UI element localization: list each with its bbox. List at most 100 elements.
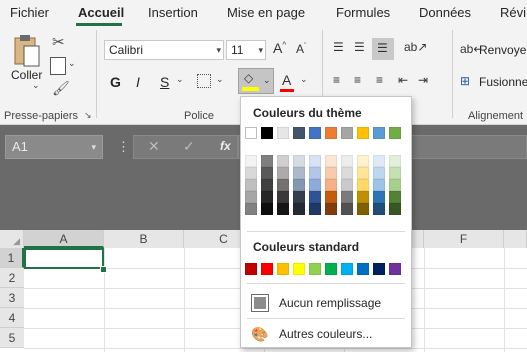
theme-shade-swatch[interactable] [277, 179, 289, 191]
theme-shade-swatch[interactable] [293, 155, 305, 167]
theme-shade-swatch[interactable] [373, 155, 385, 167]
theme-shade-swatch[interactable] [357, 203, 369, 215]
tab-donnees[interactable]: Données [419, 5, 471, 20]
column-header-b[interactable]: B [104, 230, 184, 248]
font-name-combo[interactable]: Calibri ▾ [104, 40, 224, 60]
active-cell-a1[interactable] [24, 248, 104, 269]
column-header-g[interactable] [504, 230, 527, 248]
tab-revision[interactable]: Révi [500, 5, 526, 20]
enter-icon[interactable]: ✓ [183, 138, 195, 155]
merge-label[interactable]: Fusionner [479, 75, 527, 89]
theme-color-swatch[interactable] [389, 127, 401, 139]
paste-icon[interactable] [10, 33, 44, 69]
theme-shade-swatch[interactable] [325, 155, 337, 167]
theme-shade-swatch[interactable] [389, 179, 401, 191]
borders-icon[interactable] [197, 74, 211, 88]
theme-shade-swatch[interactable] [277, 191, 289, 203]
row-header-3[interactable]: 3 [0, 288, 24, 308]
theme-shade-swatch[interactable] [357, 179, 369, 191]
row-header-4[interactable]: 4 [0, 308, 24, 328]
column-header-f[interactable]: F [424, 230, 504, 248]
clipboard-launcher-icon[interactable]: ↘ [84, 110, 92, 121]
theme-shade-swatch[interactable] [309, 179, 321, 191]
increase-indent-icon[interactable]: ⇥ [418, 73, 428, 87]
theme-shade-swatch[interactable] [245, 179, 257, 191]
theme-shade-swatch[interactable] [261, 191, 273, 203]
theme-shade-swatch[interactable] [277, 155, 289, 167]
select-all-button[interactable]: ◢ [0, 230, 24, 248]
underline-dropdown-icon[interactable]: ⌄ [176, 74, 184, 85]
tab-formules[interactable]: Formules [336, 5, 390, 20]
row-header-5[interactable]: 5 [0, 328, 24, 348]
align-top-icon[interactable]: ☰ [333, 40, 344, 54]
fill-handle[interactable] [100, 266, 107, 273]
underline-button[interactable]: S [160, 74, 169, 90]
theme-color-swatch[interactable] [277, 127, 289, 139]
merge-icon[interactable]: ⊞ [460, 74, 470, 88]
theme-shade-swatch[interactable] [325, 203, 337, 215]
name-box[interactable]: A1 ▾ [5, 135, 103, 159]
orientation-icon[interactable]: ab↗ [404, 40, 427, 54]
theme-shade-swatch[interactable] [373, 203, 385, 215]
fill-color-button[interactable]: ◇ ⌄ [238, 68, 274, 94]
theme-shade-swatch[interactable] [341, 191, 353, 203]
theme-shade-swatch[interactable] [261, 155, 273, 167]
theme-shade-swatch[interactable] [261, 167, 273, 179]
theme-shade-swatch[interactable] [325, 179, 337, 191]
standard-color-swatch[interactable] [261, 263, 273, 275]
theme-shade-swatch[interactable] [373, 167, 385, 179]
theme-shade-swatch[interactable] [325, 167, 337, 179]
theme-shade-swatch[interactable] [293, 203, 305, 215]
theme-color-swatch[interactable] [245, 127, 257, 139]
align-center-icon[interactable]: ≡ [354, 73, 361, 87]
theme-shade-swatch[interactable] [309, 167, 321, 179]
align-middle-icon[interactable]: ☰ [354, 40, 365, 54]
standard-color-swatch[interactable] [245, 263, 257, 275]
bold-button[interactable]: G [110, 74, 121, 90]
theme-shade-swatch[interactable] [373, 179, 385, 191]
standard-color-swatch[interactable] [341, 263, 353, 275]
italic-button[interactable]: I [136, 74, 140, 90]
theme-color-swatch[interactable] [373, 127, 385, 139]
column-header-a[interactable]: A [24, 230, 104, 248]
theme-color-swatch[interactable] [293, 127, 305, 139]
theme-color-swatch[interactable] [357, 127, 369, 139]
align-right-icon[interactable]: ≡ [376, 73, 383, 87]
insert-function-icon[interactable]: fx [220, 139, 231, 153]
theme-color-swatch[interactable] [261, 127, 273, 139]
standard-color-swatch[interactable] [277, 263, 289, 275]
theme-color-swatch[interactable] [341, 127, 353, 139]
align-bottom-button[interactable]: ☰ [372, 38, 394, 60]
format-painter-icon[interactable]: 🖌 [52, 80, 70, 97]
theme-shade-swatch[interactable] [245, 203, 257, 215]
theme-shade-swatch[interactable] [341, 203, 353, 215]
decrease-indent-icon[interactable]: ⇤ [398, 73, 408, 87]
theme-shade-swatch[interactable] [309, 191, 321, 203]
theme-shade-swatch[interactable] [389, 203, 401, 215]
row-header-2[interactable]: 2 [0, 268, 24, 288]
cancel-icon[interactable]: ✕ [148, 138, 160, 155]
theme-shade-swatch[interactable] [389, 155, 401, 167]
standard-color-swatch[interactable] [373, 263, 385, 275]
chevron-down-icon[interactable]: ▾ [216, 41, 221, 59]
copy-dropdown-icon[interactable]: ⌄ [68, 58, 76, 69]
align-left-icon[interactable]: ≡ [333, 73, 340, 87]
theme-shade-swatch[interactable] [293, 179, 305, 191]
cut-icon[interactable]: ✂ [52, 33, 65, 51]
chevron-down-icon[interactable]: ▾ [258, 41, 263, 59]
paste-dropdown-icon[interactable]: ⌄ [32, 80, 40, 91]
theme-shade-swatch[interactable] [389, 167, 401, 179]
more-colors-item[interactable]: 🎨 Autres couleurs... [251, 323, 401, 345]
theme-shade-swatch[interactable] [293, 167, 305, 179]
wrap-text-label[interactable]: Renvoyer [479, 43, 527, 57]
standard-color-swatch[interactable] [309, 263, 321, 275]
no-fill-item[interactable]: Aucun remplissage [251, 292, 401, 314]
theme-shade-swatch[interactable] [277, 167, 289, 179]
standard-color-swatch[interactable] [325, 263, 337, 275]
theme-shade-swatch[interactable] [373, 191, 385, 203]
grow-font-icon[interactable]: A^ [273, 40, 286, 56]
theme-color-swatch[interactable] [309, 127, 321, 139]
font-color-dropdown-icon[interactable]: ⌄ [300, 74, 308, 85]
theme-shade-swatch[interactable] [245, 167, 257, 179]
copy-icon[interactable] [50, 57, 66, 75]
